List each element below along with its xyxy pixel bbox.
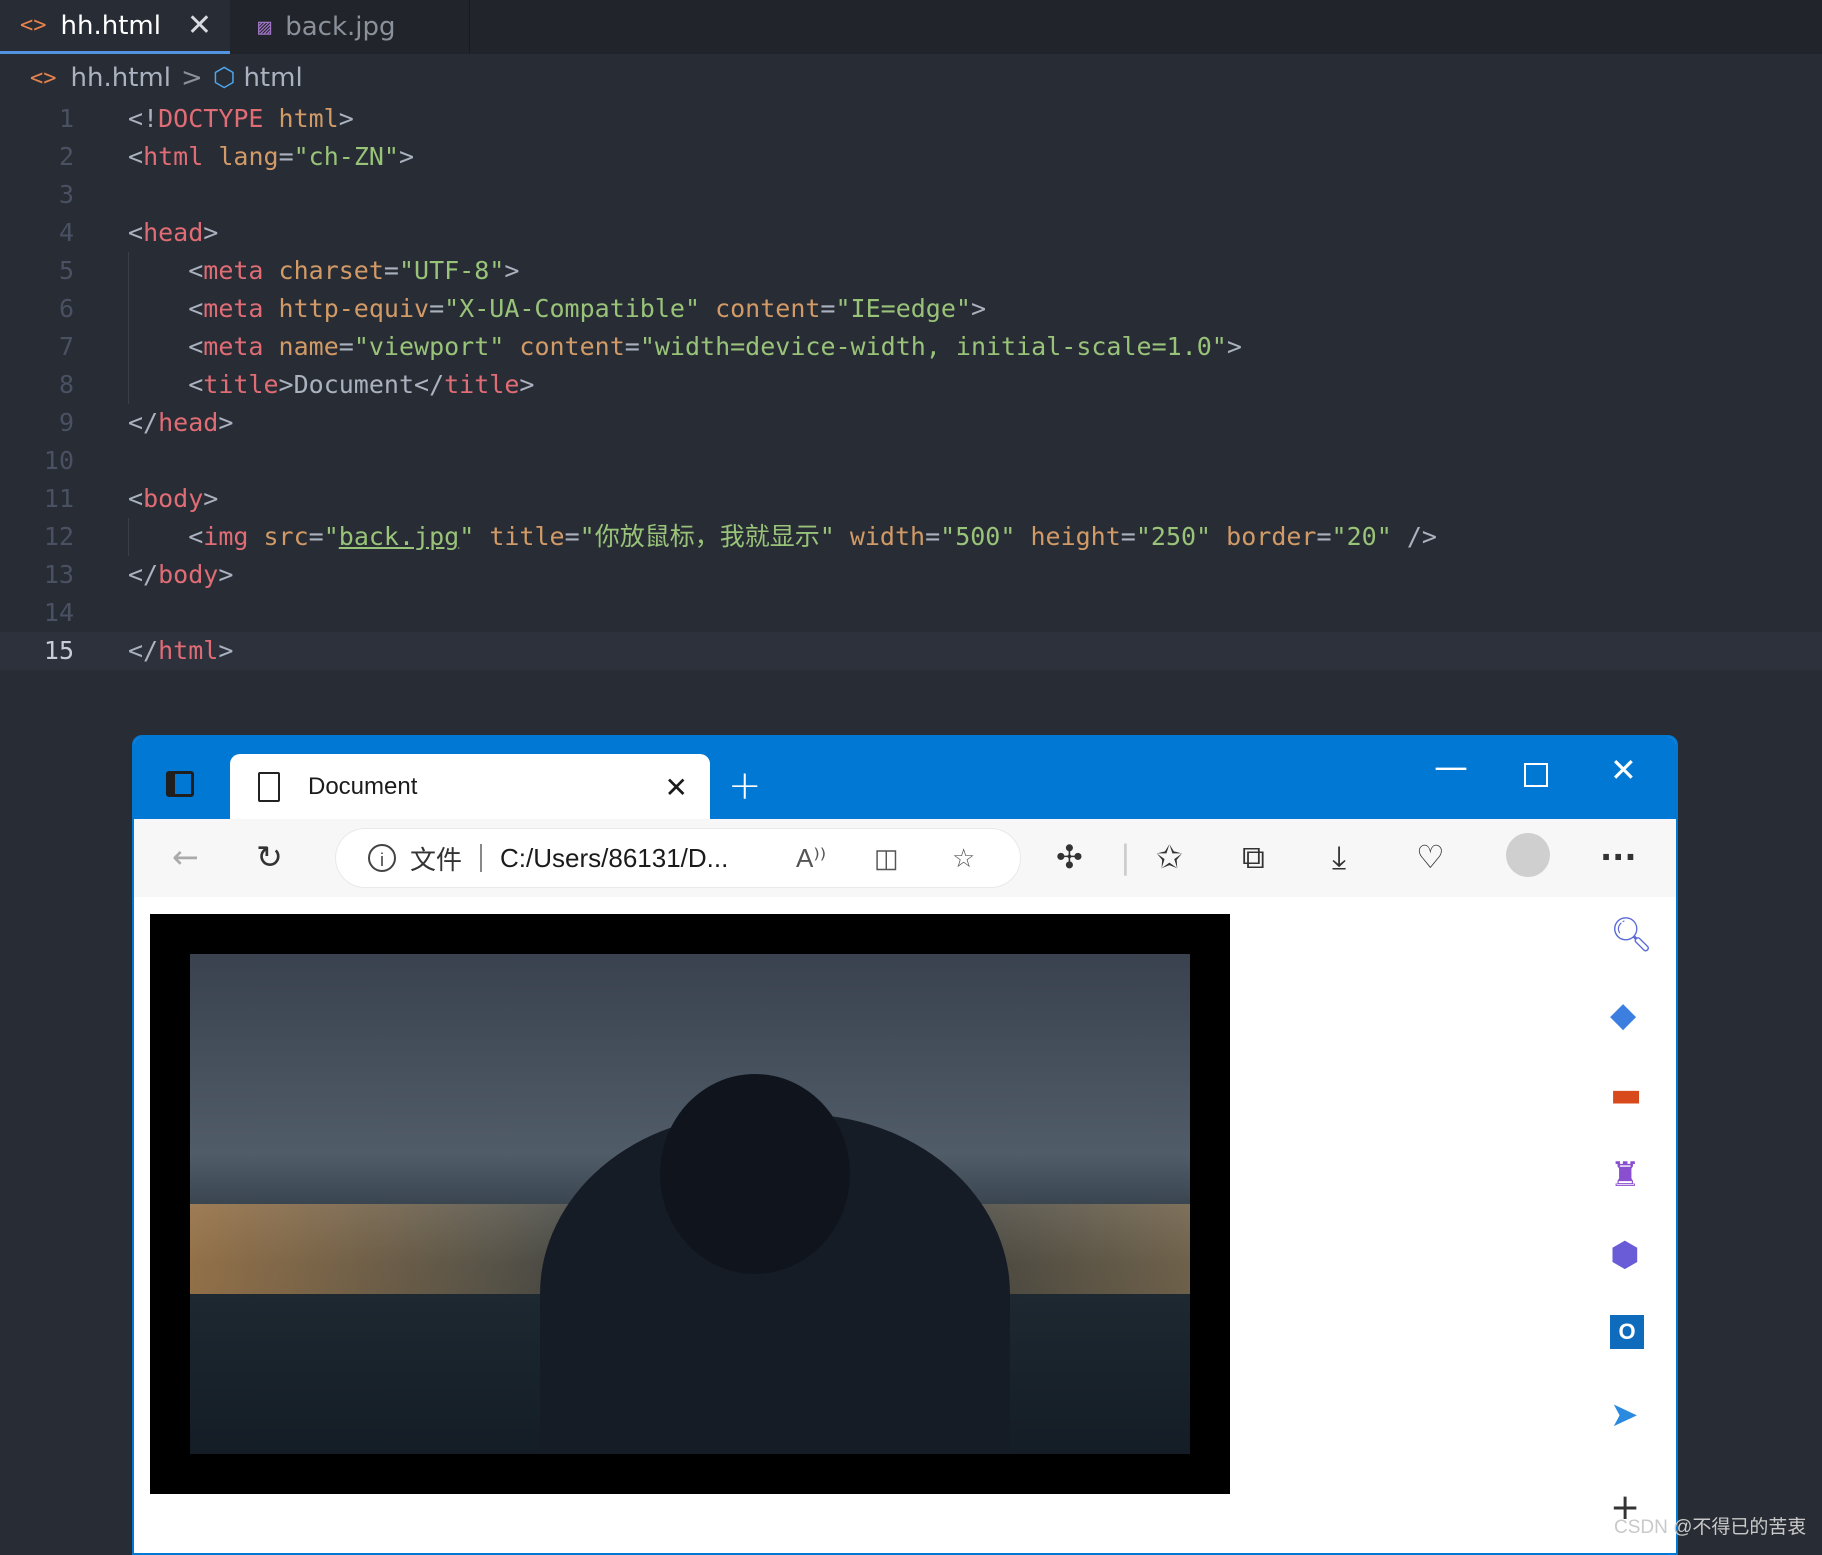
browser-essentials-icon[interactable]: ♡ <box>1416 837 1445 877</box>
download-icon[interactable]: ⤓ <box>1332 837 1346 877</box>
extensions-icon[interactable]: ✣ <box>1056 837 1083 877</box>
line-number: 6 <box>58 294 74 323</box>
line-number: 15 <box>43 636 74 665</box>
breadcrumb-file[interactable]: hh.html <box>71 63 171 93</box>
line-number: 8 <box>58 370 74 399</box>
src-link[interactable]: back.jpg <box>339 522 459 551</box>
browser-tab-title: Document <box>308 773 418 800</box>
read-aloud-icon[interactable]: A⁾⁾ <box>796 843 826 874</box>
code-line[interactable]: 11 <body> <box>0 480 1822 518</box>
line-number: 13 <box>43 560 74 589</box>
page-viewport <box>134 897 1567 1553</box>
line-number: 7 <box>58 332 74 361</box>
cube-icon: ⬡ <box>212 63 236 93</box>
image-file-icon: ▨ <box>258 14 272 40</box>
send-icon[interactable]: ➤ <box>1610 1395 1639 1435</box>
editor-tab-bar: <> hh.html ✕ ▨ back.jpg <box>0 0 1822 54</box>
close-window-icon[interactable]: ✕ <box>1610 751 1637 789</box>
code-line[interactable]: 9 </head> <box>0 404 1822 442</box>
person-head <box>660 1074 850 1274</box>
code-line[interactable]: 13 </body> <box>0 556 1822 594</box>
tab-actions-icon[interactable] <box>166 771 194 797</box>
tab-label: back.jpg <box>285 12 396 42</box>
search-icon[interactable]: 🔍︎ <box>1610 915 1653 955</box>
line-number: 3 <box>58 180 74 209</box>
code-line[interactable]: 6 <meta http-equiv="X-UA-Compatible" con… <box>0 290 1822 328</box>
tab-hh-html[interactable]: <> hh.html ✕ <box>0 0 230 54</box>
favorite-star-icon[interactable]: ☆ <box>952 843 975 874</box>
browser-tab[interactable]: Document ✕ <box>230 754 710 820</box>
line-number: 2 <box>58 142 74 171</box>
line-number: 10 <box>43 446 74 475</box>
split-screen-icon[interactable]: ◫ <box>874 843 899 874</box>
line-number: 9 <box>58 408 74 437</box>
line-number: 12 <box>43 522 74 551</box>
html-file-icon: <> <box>30 65 57 91</box>
html-file-icon: <> <box>20 13 47 38</box>
browser-sidebar: 🔍︎ ◆ ▬ ♜ ⬢ O ➤ + <box>1566 897 1676 1553</box>
tab-label: hh.html <box>60 10 161 41</box>
tab-back-jpg[interactable]: ▨ back.jpg <box>230 0 470 54</box>
night-city-photo <box>190 954 1190 1454</box>
code-line[interactable]: 3 <box>0 176 1822 214</box>
code-line[interactable]: 2 <html lang="ch-ZN"> <box>0 138 1822 176</box>
close-icon[interactable]: ✕ <box>187 8 212 43</box>
shopping-tag-icon[interactable]: ◆ <box>1610 995 1636 1035</box>
maximize-icon[interactable] <box>1524 755 1548 787</box>
games-icon[interactable]: ♜ <box>1610 1155 1640 1195</box>
line-number: 14 <box>43 598 74 627</box>
code-line[interactable]: 8 <title>Document</title> <box>0 366 1822 404</box>
code-line[interactable]: 1 <!DOCTYPE html> <box>0 100 1822 138</box>
line-number: 1 <box>58 104 74 133</box>
back-icon[interactable]: ← <box>172 837 199 877</box>
breadcrumb: <> hh.html > ⬡ html <box>30 60 303 96</box>
address-scheme: 文件 <box>410 844 463 875</box>
line-number: 4 <box>58 218 74 247</box>
code-line[interactable]: 14 <box>0 594 1822 632</box>
browser-title-bar: Document ✕ + — ✕ <box>134 737 1676 820</box>
browser-window: Document ✕ + — ✕ ← ↻ i 文件 C:/Users/86131… <box>132 735 1678 1555</box>
tools-icon[interactable]: ▬ <box>1610 1075 1642 1115</box>
breadcrumb-element[interactable]: html <box>243 63 302 93</box>
favorites-icon[interactable]: ✩ <box>1156 837 1183 877</box>
code-line[interactable]: 5 <meta charset="UTF-8"> <box>0 252 1822 290</box>
address-bar[interactable]: i 文件 C:/Users/86131/D... A⁾⁾ ◫ ☆ <box>336 829 1020 887</box>
watermark: CSDN @不得已的苦衷 <box>1614 1517 1807 1538</box>
code-line[interactable]: 4 <head> <box>0 214 1822 252</box>
code-line[interactable]: 7 <meta name="viewport" content="width=d… <box>0 328 1822 366</box>
outlook-icon[interactable]: O <box>1610 1315 1644 1349</box>
breadcrumb-separator: > <box>180 63 203 93</box>
minimize-icon[interactable]: — <box>1434 747 1468 787</box>
code-line-current[interactable]: 15 </html> <box>0 632 1822 670</box>
new-tab-button[interactable]: + <box>728 763 762 809</box>
close-tab-icon[interactable]: ✕ <box>665 771 688 804</box>
info-icon[interactable]: i <box>368 844 396 872</box>
profile-icon[interactable] <box>1506 833 1550 877</box>
collections-icon[interactable]: ⧉ <box>1242 837 1265 877</box>
line-number: 11 <box>43 484 74 513</box>
code-line[interactable]: 10 <box>0 442 1822 480</box>
line-number: 5 <box>58 256 74 285</box>
toolbar-divider: | <box>1120 838 1131 876</box>
document-icon <box>258 772 280 802</box>
bordered-image[interactable] <box>150 914 1230 1494</box>
microsoft365-icon[interactable]: ⬢ <box>1610 1235 1640 1275</box>
code-editor[interactable]: 1 <!DOCTYPE html> 2 <html lang="ch-ZN"> 3 … <box>0 100 1822 670</box>
code-line[interactable]: 12 <img src="back.jpg" title="你放鼠标，我就显示"… <box>0 518 1822 556</box>
address-divider <box>480 844 483 872</box>
browser-toolbar: ← ↻ i 文件 C:/Users/86131/D... A⁾⁾ ◫ ☆ ✣ |… <box>134 819 1676 898</box>
address-url[interactable]: C:/Users/86131/D... <box>500 843 728 874</box>
refresh-icon[interactable]: ↻ <box>256 837 283 877</box>
more-icon[interactable]: ··· <box>1600 837 1636 877</box>
